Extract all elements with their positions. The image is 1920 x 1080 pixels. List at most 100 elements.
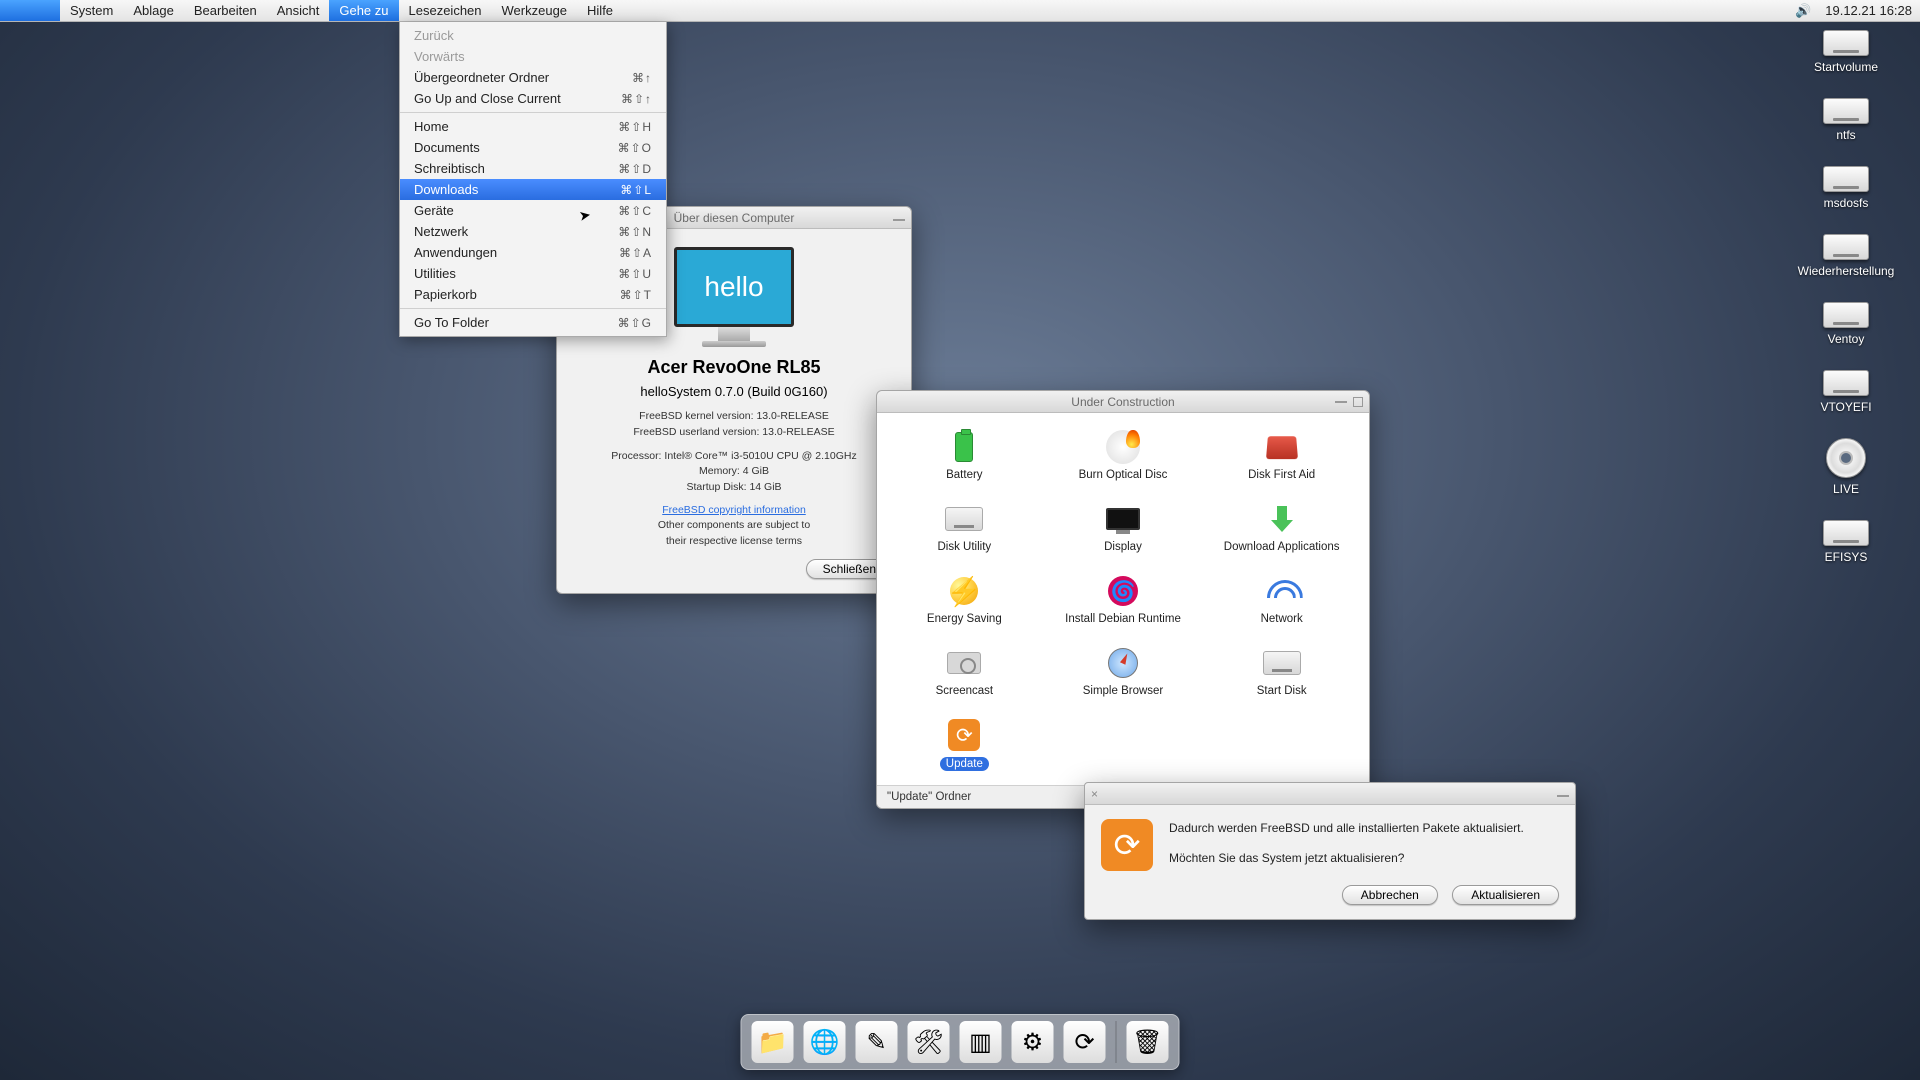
menu-item-vorwärts: Vorwärts [400,46,666,67]
hello-logo: hello [674,247,794,347]
drive-icon [1823,234,1869,260]
desktop-icon-ntfs[interactable]: ntfs [1786,98,1906,142]
menu-item-schreibtisch[interactable]: Schreibtisch⌘⇧D [400,158,666,179]
menu-item-anwendungen[interactable]: Anwendungen⌘⇧A [400,242,666,263]
kernel-version: FreeBSD kernel version: 13.0-RELEASE [575,409,893,425]
menu-gehe zu[interactable]: Gehe zu [329,0,398,21]
wifi-icon [1262,573,1302,609]
safari-icon [1103,645,1143,681]
desktop-icon-startvolume[interactable]: Startvolume [1786,30,1906,74]
system-version: helloSystem 0.7.0 (Build 0G160) [575,384,893,399]
update-button[interactable]: Aktualisieren [1452,885,1559,905]
desktop-icon-msdosfs[interactable]: msdosfs [1786,166,1906,210]
dock-panel[interactable]: ▥ [960,1021,1002,1063]
under-construction-window: Under Construction Battery Burn Optical D… [876,390,1370,809]
maximize-icon[interactable] [1353,397,1363,407]
uc-item-simple-browser[interactable]: Simple Browser [1044,641,1203,703]
drive-icon [944,501,984,537]
desktop-icon-vtoyefi[interactable]: VTOYEFI [1786,370,1906,414]
desktop-icon-ventoy[interactable]: Ventoy [1786,302,1906,346]
uc-item-label: Install Debian Runtime [1065,613,1181,625]
menu-item-übergeordneter-ordner[interactable]: Übergeordneter Ordner⌘↑ [400,67,666,88]
uc-item-start-disk[interactable]: Start Disk [1202,641,1361,703]
minimize-icon[interactable] [1557,795,1569,797]
update-icon: ⟳ [944,717,984,753]
menu-werkzeuge[interactable]: Werkzeuge [492,0,578,21]
uc-item-battery[interactable]: Battery [885,425,1044,487]
uc-item-energy-saving[interactable]: ⚡Energy Saving [885,569,1044,631]
dock-trash[interactable]: 🗑 [1127,1021,1169,1063]
disk-info: Startup Disk: 14 GiB [575,480,893,496]
menu-item-utilities[interactable]: Utilities⌘⇧U [400,263,666,284]
menu-item-geräte[interactable]: Geräte⌘⇧C [400,200,666,221]
desktop-icon-label: ntfs [1836,128,1855,142]
menu-item-go-up-and-close-current[interactable]: Go Up and Close Current⌘⇧↑ [400,88,666,109]
drive-icon [1823,30,1869,56]
menu-item-documents[interactable]: Documents⌘⇧O [400,137,666,158]
desktop-icon-live[interactable]: LIVE [1786,438,1906,496]
about-title: Über diesen Computer [674,211,795,225]
volume-icon[interactable]: 🔊 [1795,3,1811,19]
clock: 19.12.21 16:28 [1825,3,1912,18]
menu-system[interactable]: System [60,0,123,21]
desktop-icon-label: Wiederherstellung [1798,264,1895,278]
memory-info: Memory: 4 GiB [575,464,893,480]
uc-item-label: Network [1261,613,1303,625]
minimize-icon[interactable] [893,219,905,221]
dock-utilities[interactable]: 🛠 [908,1021,950,1063]
menu-item-downloads[interactable]: Downloads⌘⇧L [400,179,666,200]
copyright-link[interactable]: FreeBSD copyright information [662,504,806,516]
dlg-titlebar[interactable]: × [1085,783,1575,805]
uc-item-update[interactable]: ⟳Update [885,713,1044,777]
uc-item-disk-utility[interactable]: Disk Utility [885,497,1044,559]
userland-version: FreeBSD userland version: 13.0-RELEASE [575,425,893,441]
desktop-icon-efisys[interactable]: EFISYS [1786,520,1906,564]
uc-item-label: Simple Browser [1083,685,1164,697]
menu-ansicht[interactable]: Ansicht [267,0,330,21]
drive-icon [1262,645,1302,681]
desktop-icon-wiederherstellung[interactable]: Wiederherstellung [1786,234,1906,278]
desktop-icon-label: LIVE [1833,482,1859,496]
menu-item-go-to-folder[interactable]: Go To Folder⌘⇧G [400,312,666,333]
apple-menu[interactable] [0,0,60,21]
minimize-icon[interactable] [1335,401,1347,403]
hello-text: hello [704,271,763,303]
menu-item-papierkorb[interactable]: Papierkorb⌘⇧T [400,284,666,305]
menu-hilfe[interactable]: Hilfe [577,0,623,21]
drive-icon [1823,370,1869,396]
uc-item-display[interactable]: Display [1044,497,1203,559]
uc-item-network[interactable]: Network [1202,569,1361,631]
menu-bearbeiten[interactable]: Bearbeiten [184,0,267,21]
dlg-line-1: Dadurch werden FreeBSD und alle installi… [1169,819,1524,837]
uc-item-label: Disk First Aid [1248,469,1315,481]
menu-item-zurück: Zurück [400,25,666,46]
dock-editor[interactable]: ✎ [856,1021,898,1063]
menu-item-netzwerk[interactable]: Netzwerk⌘⇧N [400,221,666,242]
menu-ablage[interactable]: Ablage [123,0,183,21]
dock-update[interactable]: ⟳ [1064,1021,1106,1063]
uc-item-screencast[interactable]: Screencast [885,641,1044,703]
dock-browser[interactable]: 🌐 [804,1021,846,1063]
uc-item-label: Burn Optical Disc [1079,469,1168,481]
desktop-icon-label: VTOYEFI [1820,400,1871,414]
dlg-line-2: Möchten Sie das System jetzt aktualisier… [1169,849,1524,867]
dock: 📁🌐✎🛠▥⚙⟳ 🗑 [741,1014,1180,1070]
gehe-zu-menu: ZurückVorwärtsÜbergeordneter Ordner⌘↑Go … [399,22,667,337]
desktop-icon-label: Ventoy [1828,332,1865,346]
drive-icon [1823,302,1869,328]
cd-icon [1826,438,1866,478]
menu-lesezeichen[interactable]: Lesezeichen [399,0,492,21]
uc-item-label: Energy Saving [927,613,1002,625]
menu-item-home[interactable]: Home⌘⇧H [400,116,666,137]
uc-item-install-debian-runtime[interactable]: 🌀Install Debian Runtime [1044,569,1203,631]
uc-item-disk-first-aid[interactable]: Disk First Aid [1202,425,1361,487]
close-icon[interactable]: × [1091,787,1098,801]
uc-item-burn-optical-disc[interactable]: Burn Optical Disc [1044,425,1203,487]
cancel-button[interactable]: Abbrechen [1342,885,1438,905]
uc-titlebar[interactable]: Under Construction [877,391,1369,413]
dock-settings[interactable]: ⚙ [1012,1021,1054,1063]
uc-item-download-applications[interactable]: Download Applications [1202,497,1361,559]
dock-files[interactable]: 📁 [752,1021,794,1063]
box-icon [1262,429,1302,465]
desktop-icon-label: msdosfs [1824,196,1869,210]
